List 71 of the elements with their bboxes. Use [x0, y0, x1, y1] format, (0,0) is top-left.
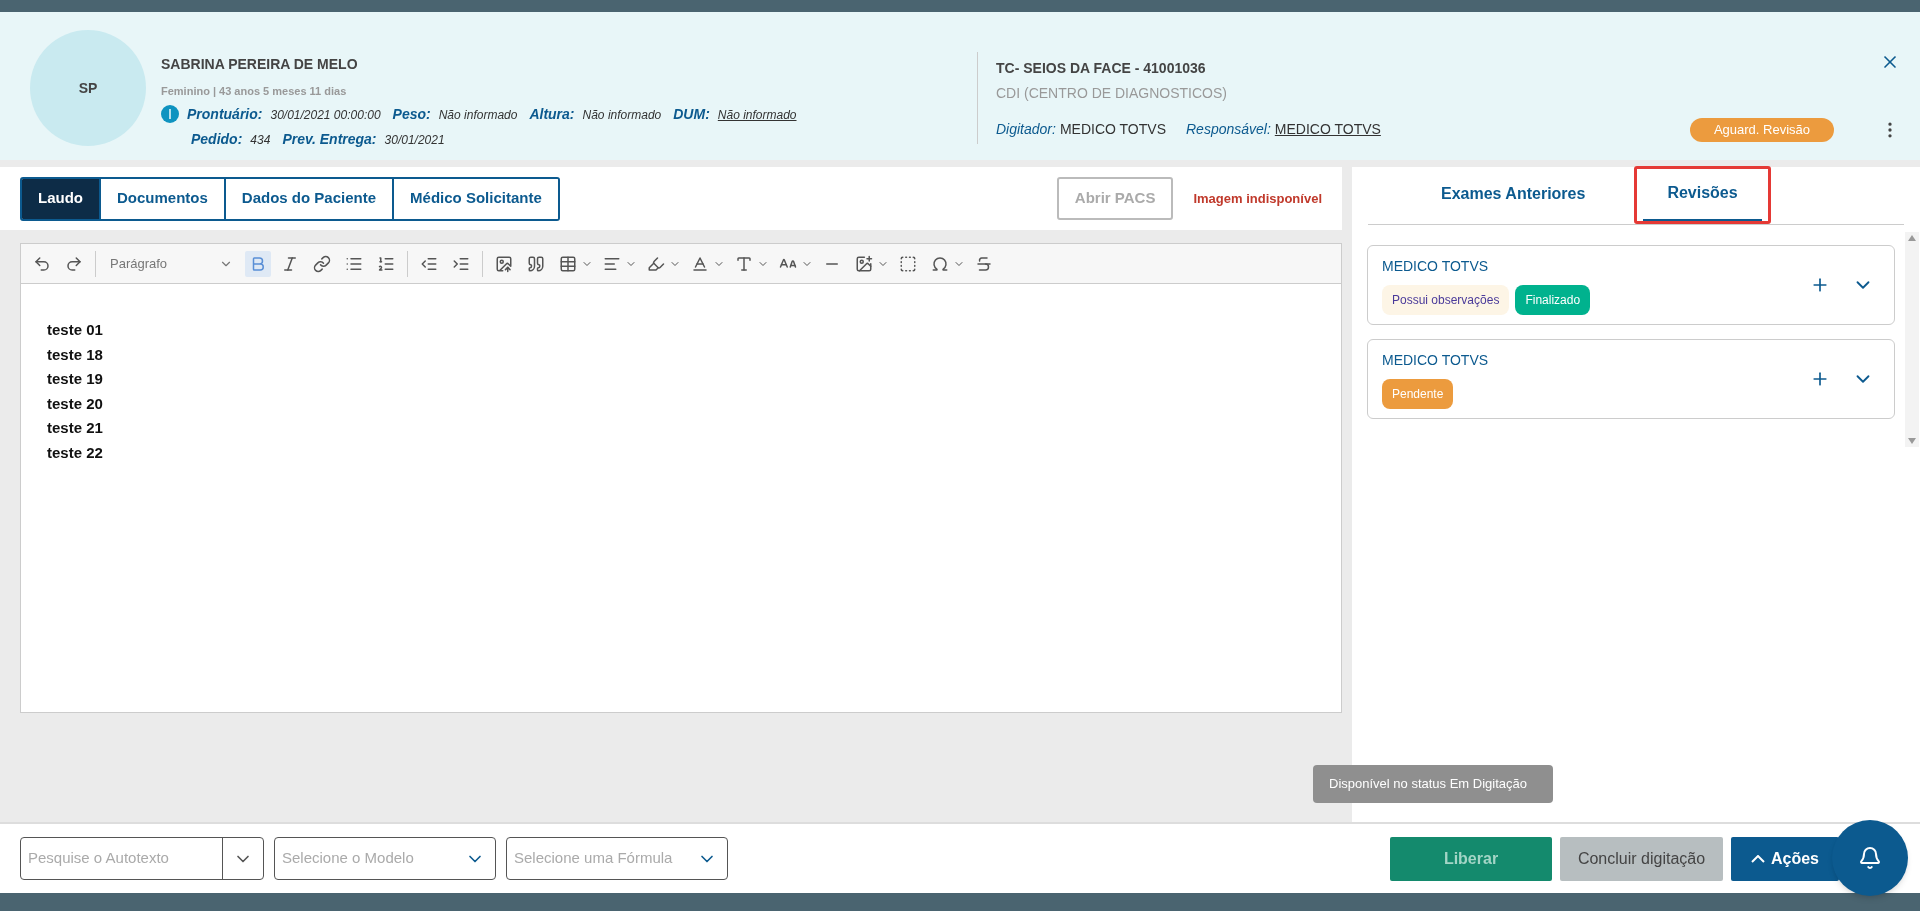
editor-line: teste 19 [47, 369, 104, 389]
select-field[interactable]: Selecione o Modelo [274, 837, 496, 880]
quote-icon[interactable] [527, 254, 545, 273]
revision-author: MEDICO TOTVS [1382, 256, 1490, 276]
tab[interactable]: Laudo [22, 178, 99, 219]
tab[interactable]: Médico Solicitante [392, 178, 558, 219]
field-value[interactable]: MEDICO TOTVS [1274, 119, 1381, 141]
select-input[interactable]: Selecione uma Fórmula [507, 847, 687, 870]
scrollbar[interactable] [1905, 232, 1919, 447]
note-tag: Possui observações [1382, 284, 1510, 315]
field-label: Pedido: [191, 129, 243, 149]
font-color-icon[interactable] [691, 254, 709, 273]
tooltip: Disponível no status Em Digitação [1313, 764, 1553, 803]
status-tag: Pendente [1382, 378, 1454, 409]
select-input[interactable]: Selecione o Modelo [275, 847, 455, 870]
highlight-icon[interactable] [647, 254, 665, 273]
notifications-button[interactable] [1832, 820, 1908, 896]
field-value: MEDICO TOTVS [1059, 120, 1166, 140]
patient-subtitle: Feminino | 43 anos 5 meses 11 dias [161, 84, 348, 99]
scroll-down-icon[interactable] [1908, 438, 1916, 444]
field-label: Altura: [529, 104, 575, 124]
editor-content[interactable]: teste 01 teste 18 teste 19 teste 20 teste 21 teste 22 [21, 284, 1341, 712]
exam-title: TC- SEIOS DA FACE - 41001036 [996, 59, 1207, 78]
editor-line: teste 18 [47, 344, 104, 365]
font-size-icon[interactable] [735, 254, 753, 273]
image-upload-icon[interactable] [495, 254, 513, 273]
select-input[interactable]: Pesquise o Autotexto [21, 847, 222, 870]
select-field[interactable]: Selecione uma Fórmula [506, 837, 728, 880]
italic-icon[interactable] [281, 254, 299, 273]
bell-icon [1858, 846, 1882, 870]
scroll-up-icon[interactable] [1908, 235, 1916, 241]
exam-unit: CDI (CENTRO DE DIAGNOSTICOS) [996, 84, 1228, 103]
side-tab[interactable]: Revisões [1634, 166, 1771, 224]
select-field[interactable]: Pesquise o Autotexto [20, 837, 264, 880]
field-value: 30/01/2021 [384, 131, 445, 149]
editor-line: teste 01 [47, 320, 104, 340]
page-break-icon[interactable] [899, 254, 917, 273]
table-icon[interactable] [559, 254, 577, 273]
field-value[interactable]: Não informado [717, 105, 797, 124]
strikethrough-icon[interactable] [975, 254, 993, 273]
avatar: SP [30, 30, 146, 146]
info-icon [161, 105, 179, 123]
numbered-list-icon[interactable] [377, 254, 395, 273]
special-character-icon[interactable] [931, 254, 949, 273]
link-icon[interactable] [313, 254, 331, 273]
field-label: Digitador: [996, 120, 1056, 140]
redo-icon[interactable] [65, 254, 83, 273]
paragraph-dropdown[interactable]: Parágrafo [104, 253, 239, 274]
finish-typing-button[interactable]: Concluir digitação [1560, 836, 1723, 881]
side-tab[interactable]: Exames Anteriores [1408, 166, 1619, 224]
insert-image-icon[interactable] [855, 254, 873, 273]
status-tag: Finalizado [1515, 284, 1591, 315]
field-label: Prev. Entrega: [282, 129, 377, 149]
field-label: DUM: [673, 104, 710, 124]
chevron-up-icon [1751, 854, 1765, 863]
field-value: 434 [250, 131, 271, 149]
field-label: Responsável: [1186, 120, 1271, 140]
status-badge: Aguard. Revisão [1689, 118, 1834, 142]
patient-name: SABRINA PEREIRA DE MELO [161, 55, 359, 74]
editor-line: teste 21 [47, 418, 104, 438]
field-label: Prontuário: [187, 104, 263, 124]
editor-line: teste 22 [47, 442, 104, 463]
revision-author: MEDICO TOTVS [1382, 350, 1489, 370]
undo-icon[interactable] [33, 254, 51, 273]
field-value: 30/01/2021 00:00:00 [270, 106, 381, 124]
field-value: Não informado [438, 106, 518, 124]
editor-line: teste 20 [47, 393, 104, 414]
field-label: Peso: [392, 104, 431, 124]
image-status: Imagem indisponível [1193, 189, 1322, 208]
actions-button[interactable]: Ações [1731, 836, 1839, 881]
field-value: Não informado [582, 106, 662, 124]
